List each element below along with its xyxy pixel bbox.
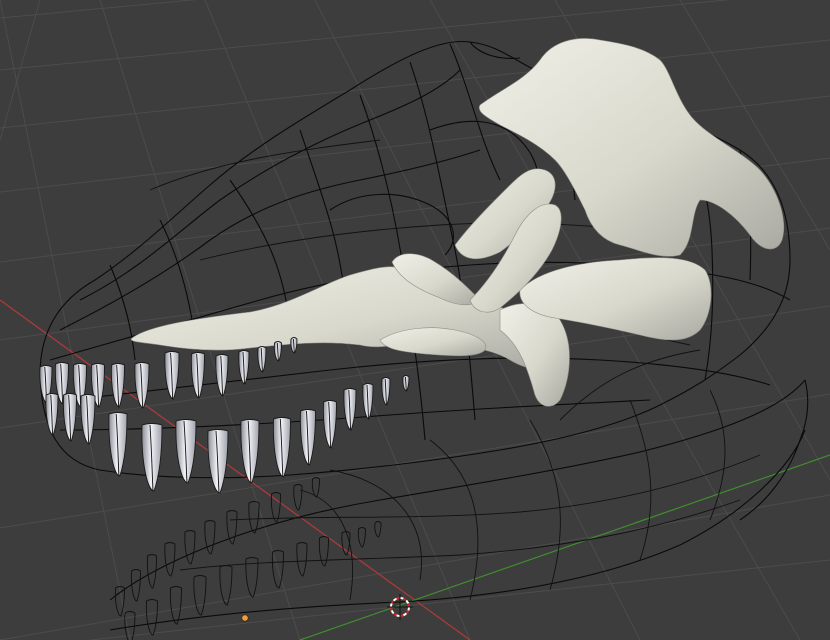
tooth[interactable]: [169, 586, 182, 625]
tooth[interactable]: [145, 599, 158, 636]
tooth[interactable]: [219, 565, 233, 606]
tooth[interactable]: [357, 527, 366, 548]
viewport-canvas[interactable]: [0, 0, 830, 640]
object-origin-dot[interactable]: [241, 614, 249, 622]
tooth[interactable]: [184, 530, 196, 565]
3d-viewport[interactable]: [0, 0, 830, 640]
y-axis-line: [299, 454, 830, 640]
tooth[interactable]: [293, 484, 303, 511]
lower-teeth-wireframe[interactable]: [114, 477, 382, 640]
3d-cursor-icon[interactable]: [387, 594, 413, 620]
tooth[interactable]: [204, 520, 216, 555]
tooth[interactable]: [130, 569, 141, 602]
tooth[interactable]: [296, 542, 308, 577]
tooth[interactable]: [193, 575, 207, 616]
tooth[interactable]: [248, 501, 260, 534]
skull-bones[interactable]: [130, 38, 785, 407]
tooth[interactable]: [164, 542, 176, 577]
tooth[interactable]: [318, 536, 329, 567]
lower-jaw-wireframe[interactable]: [109, 379, 809, 631]
tooth[interactable]: [341, 531, 351, 556]
tooth[interactable]: [311, 477, 320, 498]
tooth[interactable]: [374, 521, 382, 538]
